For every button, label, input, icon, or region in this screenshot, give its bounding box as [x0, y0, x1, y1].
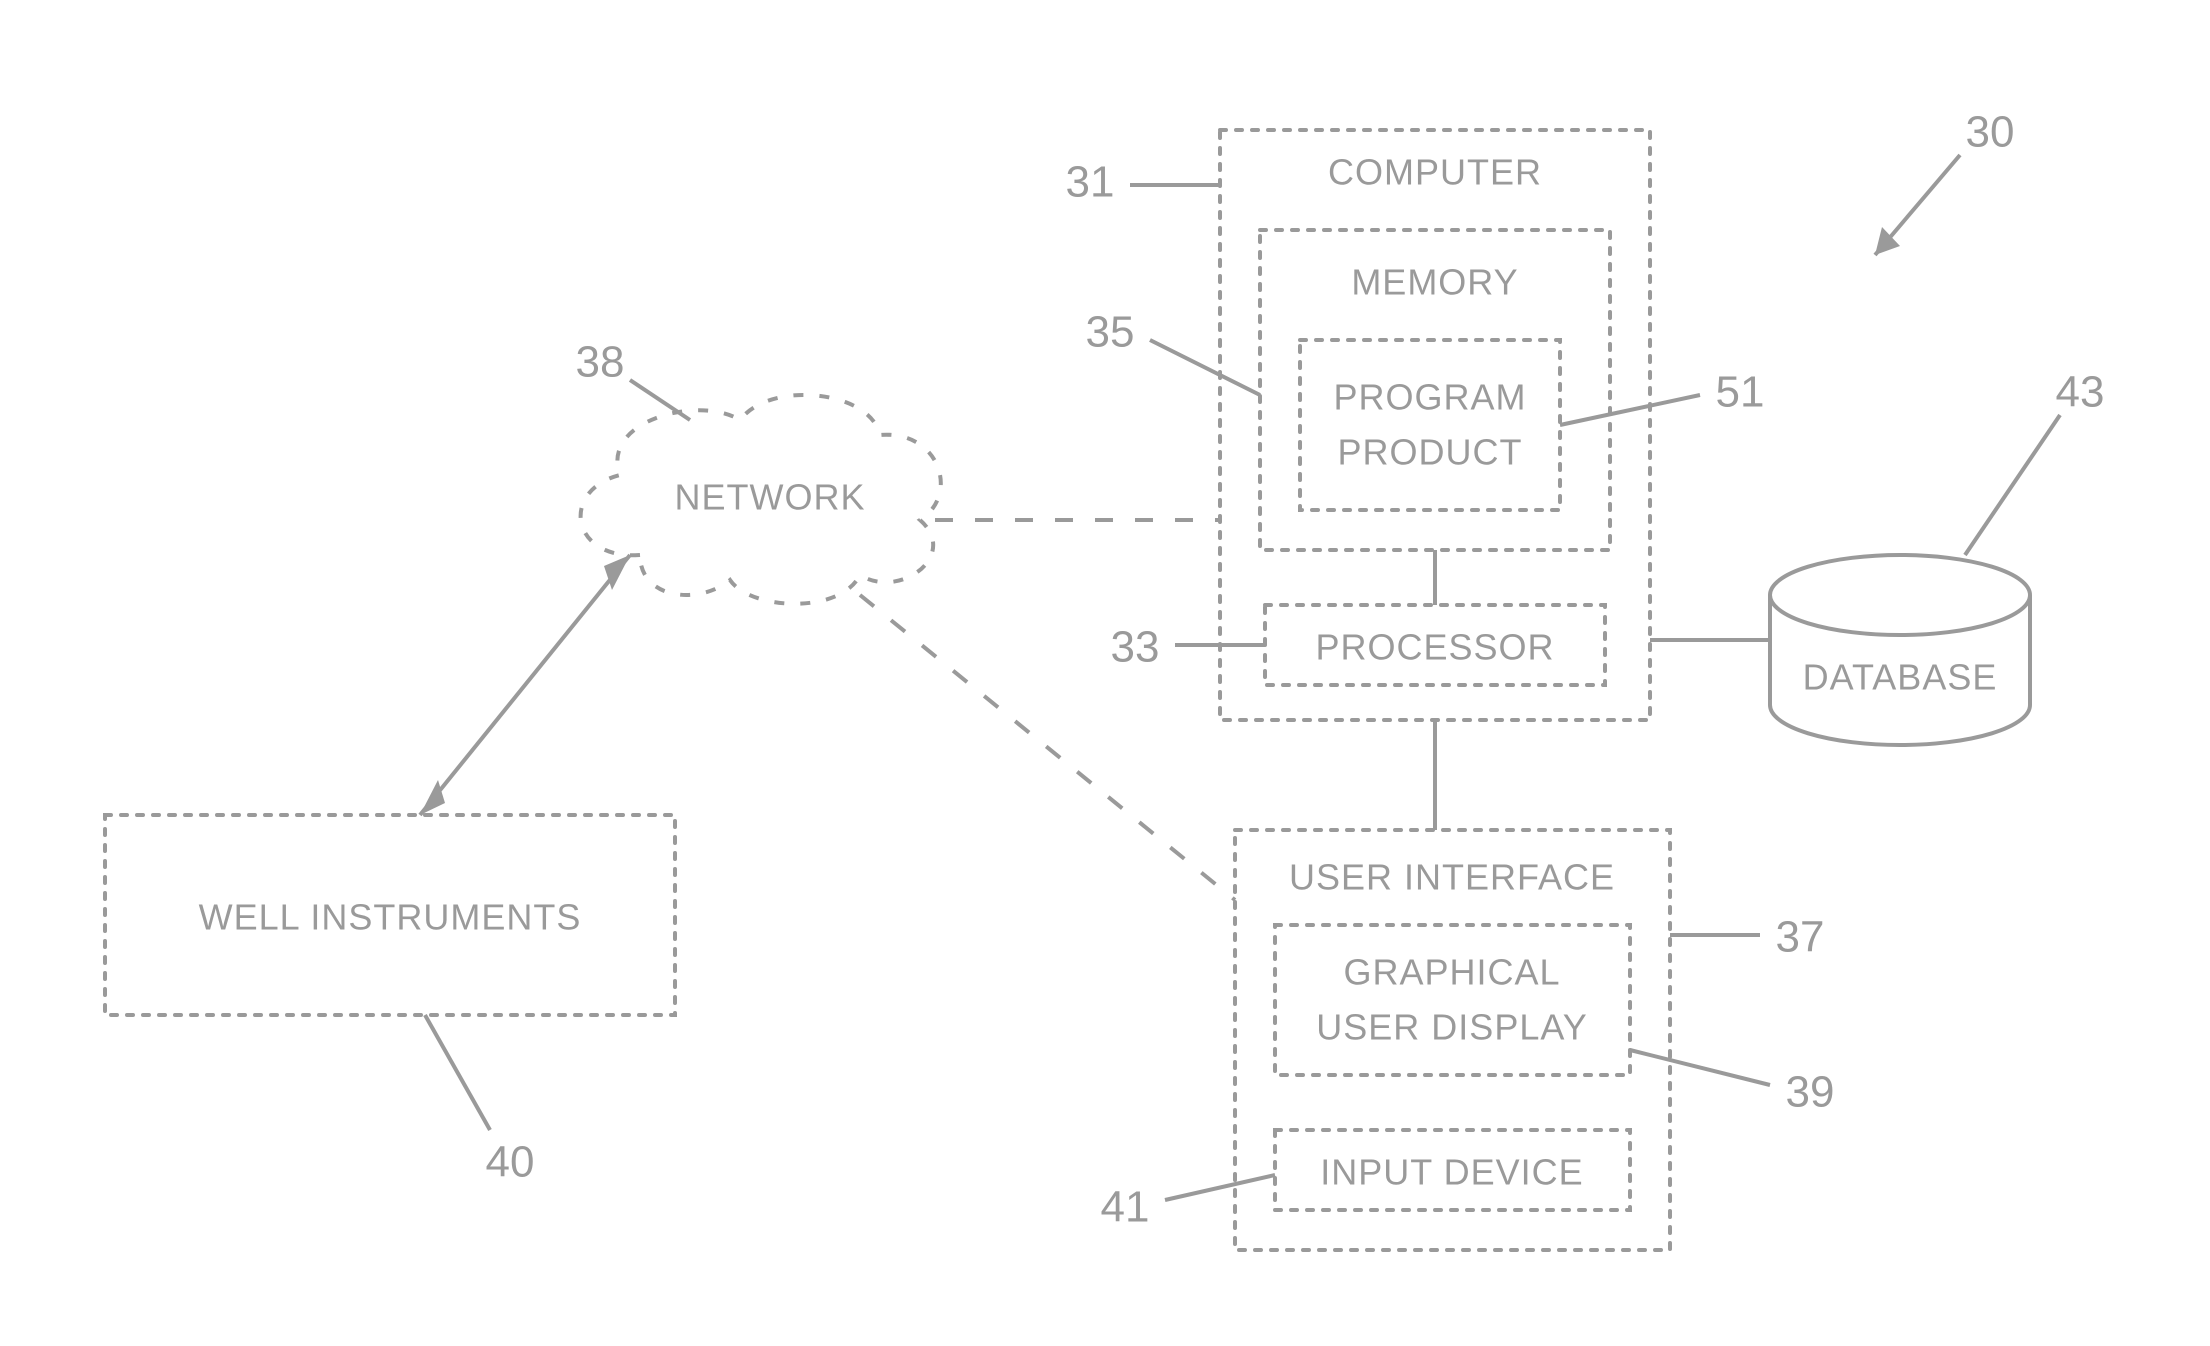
input-label: INPUT DEVICE [1320, 1152, 1583, 1193]
program-product-box [1300, 340, 1560, 510]
ref-39-leader: 39 [1630, 1050, 1834, 1117]
processor-label: PROCESSOR [1315, 627, 1554, 668]
ref-41: 41 [1101, 1183, 1150, 1232]
network-label: NETWORK [675, 477, 866, 518]
network-ui-connector [860, 595, 1235, 900]
network-cloud: NETWORK [581, 395, 941, 604]
ref-43-leader: 43 [1965, 368, 2104, 555]
ref-43: 43 [2056, 368, 2105, 417]
computer-label: COMPUTER [1328, 152, 1542, 193]
ref-35: 35 [1086, 308, 1135, 357]
well-label: WELL INSTRUMENTS [199, 897, 582, 938]
network-well-arrow [420, 555, 630, 815]
ref-51-leader: 51 [1560, 368, 1764, 425]
gud-box [1275, 925, 1630, 1075]
database-label: DATABASE [1803, 657, 1998, 698]
memory-label: MEMORY [1351, 262, 1518, 303]
ref-33: 33 [1111, 623, 1160, 672]
ref-35-leader: 35 [1086, 308, 1260, 395]
ref-30: 30 [1966, 108, 2015, 157]
program-label-2: PRODUCT [1338, 432, 1523, 473]
ref-39: 39 [1786, 1068, 1835, 1117]
ref-51: 51 [1716, 368, 1765, 417]
database-cylinder: DATABASE [1770, 555, 2030, 745]
ref-30-arrow: 30 [1875, 108, 2014, 255]
ref-31: 31 [1066, 158, 1115, 207]
ref-38-leader: 38 [576, 338, 690, 420]
ref-33-leader: 33 [1111, 623, 1265, 672]
gud-label-2: USER DISPLAY [1316, 1007, 1587, 1048]
diagram-canvas: COMPUTER MEMORY PROGRAM PRODUCT PROCESSO… [0, 0, 2210, 1346]
ref-40: 40 [486, 1138, 535, 1187]
ui-label: USER INTERFACE [1289, 857, 1615, 898]
program-label-1: PROGRAM [1333, 377, 1526, 418]
ref-38: 38 [576, 338, 625, 387]
gud-label-1: GRAPHICAL [1343, 952, 1560, 993]
ref-40-leader: 40 [425, 1015, 534, 1187]
ref-41-leader: 41 [1101, 1175, 1275, 1232]
ref-37-leader: 37 [1670, 913, 1824, 962]
ref-37: 37 [1776, 913, 1825, 962]
ref-31-leader: 31 [1066, 158, 1220, 207]
